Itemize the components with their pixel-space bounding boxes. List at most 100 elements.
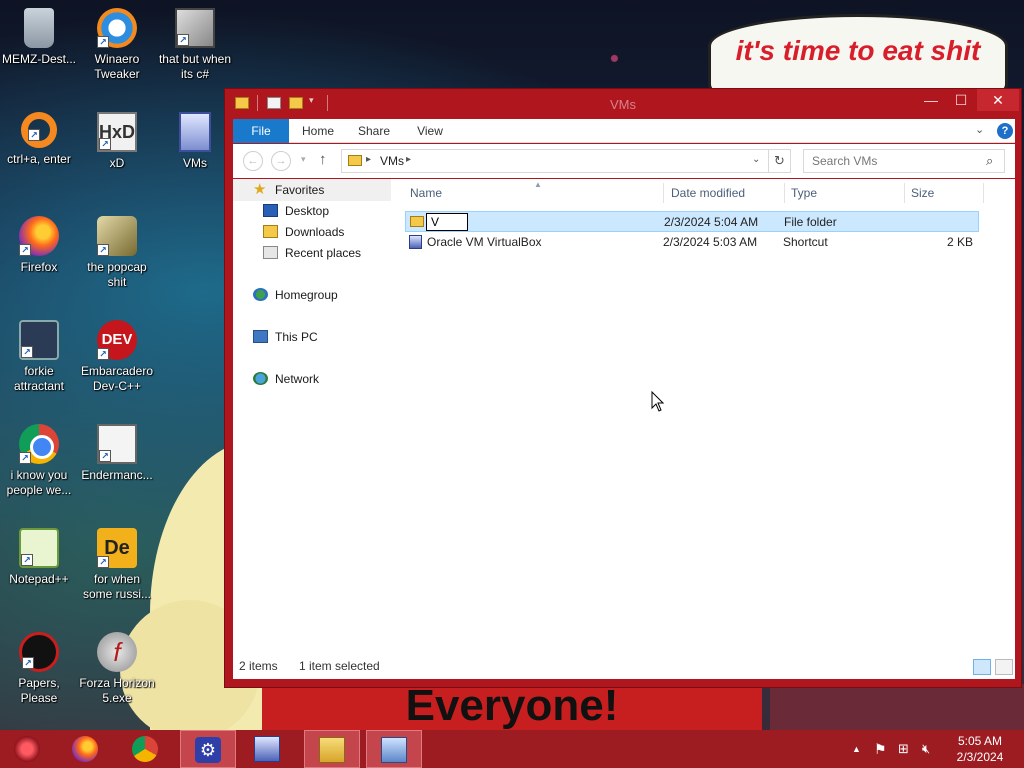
file-list: Name ▲ Date modified Type Size V 2/3/202… <box>401 179 1015 649</box>
breadcrumb-chevron-icon[interactable]: ▸ <box>366 154 371 165</box>
column-separator[interactable] <box>904 183 905 203</box>
taskbar-firefox[interactable] <box>58 730 114 768</box>
minimize-button[interactable]: — <box>917 89 945 111</box>
desktop-icon-label: VMs <box>183 156 207 170</box>
desktop-icon-enderman[interactable]: ↗ Endermanc... <box>78 424 156 483</box>
search-input[interactable]: Search VMs ⌕ <box>803 149 1005 173</box>
show-hidden-icons-chevron-icon[interactable]: ▲ <box>852 730 861 768</box>
column-header-name[interactable]: Name ▲ <box>410 179 660 207</box>
flash-icon: f <box>97 632 137 672</box>
desktop-icon-russia[interactable]: De ↗ for when some russi... <box>78 528 156 602</box>
desktop-icon-xd[interactable]: HxD ↗ xD <box>78 112 156 171</box>
large-icons-view-button[interactable] <box>995 659 1013 675</box>
column-separator[interactable] <box>983 183 984 203</box>
desktop-icon-devcpp[interactable]: DEV ↗ Embarcadero Dev-C++ <box>78 320 156 394</box>
network-tray-icon[interactable]: ⊞ <box>898 730 909 768</box>
taskbar-file-explorer[interactable] <box>304 730 360 768</box>
windows-stack-icon: ↗ <box>175 8 215 48</box>
status-selected-count: 1 item selected <box>299 659 380 673</box>
desktop-icon-winaero[interactable]: ↗ Winaero Tweaker <box>78 8 156 82</box>
window-app-icon: ↗ <box>97 424 137 464</box>
maximize-button[interactable]: ☐ <box>947 89 975 111</box>
desktop-icon-vms[interactable]: VMs <box>156 112 234 171</box>
volume-muted-icon[interactable]: 🔇︎ <box>922 730 930 768</box>
desktop-icon-chrome[interactable]: ↗ i know you people we... <box>0 424 78 498</box>
firefox-icon: ↗ <box>19 216 59 256</box>
column-header-type[interactable]: Type <box>791 179 901 207</box>
de-icon: De ↗ <box>97 528 137 568</box>
winaero-icon: ↗ <box>97 8 137 48</box>
desktop-icon-forza[interactable]: f Forza Horizon 5.exe <box>78 632 156 706</box>
taskbar-clock[interactable]: 5:05 AM 2/3/2024 <box>940 733 1020 765</box>
taskbar-virtualbox[interactable] <box>240 730 296 768</box>
downloads-folder-icon <box>263 225 278 238</box>
navpane-favorites[interactable]: ★ Favorites <box>253 180 324 200</box>
start-button[interactable] <box>0 730 56 768</box>
desktop-icon-forkie[interactable]: ↗ forkie attractant <box>0 320 78 394</box>
papers-please-icon: ↗ <box>19 632 59 672</box>
address-dropdown-chevron-icon[interactable]: ⌄ <box>752 154 760 165</box>
column-header-date-modified[interactable]: Date modified <box>671 179 781 207</box>
wallpaper-bottom-sign-text: Everyone! <box>405 684 619 730</box>
hxd-icon: HxD ↗ <box>97 112 137 152</box>
table-row[interactable]: V 2/3/2024 5:04 AM File folder <box>405 211 979 232</box>
column-separator[interactable] <box>784 183 785 203</box>
up-arrow-icon[interactable]: ↑ <box>319 151 327 168</box>
rename-input[interactable]: V <box>426 213 468 231</box>
forward-button[interactable]: → <box>271 151 291 171</box>
taskbar-chrome[interactable] <box>118 730 174 768</box>
desktop-icon-label: forkie attractant <box>13 364 65 393</box>
recycle-bin-icon <box>24 8 54 48</box>
desktop-icon-label: Notepad++ <box>9 572 69 586</box>
tab-home[interactable]: Home <box>295 119 341 143</box>
file-type: Shortcut <box>783 235 828 249</box>
clock-date: 2/3/2024 <box>956 750 1004 764</box>
window-titlebar[interactable]: ▾ VMs — ☐ ✕ <box>225 89 1021 119</box>
desktop-icon-label: Endermanc... <box>81 468 153 482</box>
network-computer-icon <box>381 737 407 763</box>
expand-ribbon-chevron-icon[interactable]: ⌄ <box>975 123 984 136</box>
gear-monitor-icon: ↗ <box>19 320 59 360</box>
network-icon <box>253 372 268 385</box>
explorer-window[interactable]: ▾ VMs — ☐ ✕ File Home Share View ⌄ ? ← →… <box>224 88 1022 688</box>
desktop-icon-memz[interactable]: MEMZ-Dest... <box>0 8 78 67</box>
recent-locations-chevron-icon[interactable]: ▾ <box>301 154 306 165</box>
taskbar: ⚙ ▲ ⚑ ⊞ 🔇︎ 5:05 AM 2/3/2024 <box>0 730 1024 768</box>
breadcrumb-vms[interactable]: VMs <box>380 154 404 168</box>
back-button[interactable]: ← <box>243 151 263 171</box>
explorer-content: ★ Favorites Desktop Downloads Recent pla… <box>233 179 1015 679</box>
status-item-count: 2 items <box>239 659 278 673</box>
refresh-button[interactable]: ↻ <box>769 149 791 173</box>
ribbon-tabs: File Home Share View ⌄ ? <box>233 119 1015 143</box>
desktop-icon-ctrl-a[interactable]: ↗ ctrl+a, enter <box>0 112 78 167</box>
desktop-icon-notepadpp[interactable]: ↗ Notepad++ <box>0 528 78 587</box>
homegroup-icon <box>253 288 268 301</box>
desktop-icon-popcap[interactable]: ↗ the popcap shit <box>78 216 156 290</box>
tab-share[interactable]: Share <box>351 119 397 143</box>
virtualbox-icon <box>254 736 280 762</box>
breadcrumb-chevron-icon[interactable]: ▸ <box>406 154 411 165</box>
close-button[interactable]: ✕ <box>977 89 1019 111</box>
details-view-button[interactable] <box>973 659 991 675</box>
column-separator[interactable] <box>663 183 664 203</box>
tab-view[interactable]: View <box>407 119 453 143</box>
wallpaper-banner-text: it's time to eat shit <box>735 35 981 66</box>
search-icon[interactable]: ⌕ <box>986 153 993 169</box>
computer-icon <box>253 330 268 343</box>
desktop-icon-csharp[interactable]: ↗ that but when its c# <box>156 8 234 82</box>
wallpaper-bottom-sign: Everyone! <box>262 684 762 730</box>
table-row[interactable]: Oracle VM VirtualBox 2/3/2024 5:03 AM Sh… <box>405 232 979 253</box>
help-icon[interactable]: ? <box>997 123 1013 139</box>
desktop-icon-label: Winaero Tweaker <box>94 52 140 81</box>
mouse-cursor-icon <box>651 391 665 412</box>
desktop-icon-papers-please[interactable]: ↗ Papers, Please <box>0 632 78 706</box>
desktop-icon-firefox[interactable]: ↗ Firefox <box>0 216 78 275</box>
column-header-size[interactable]: Size <box>911 179 981 207</box>
popcap-icon: ↗ <box>97 216 137 256</box>
taskbar-network-app[interactable] <box>366 730 422 768</box>
taskbar-settings[interactable]: ⚙ <box>180 730 236 768</box>
recent-places-icon <box>263 246 278 259</box>
address-bar[interactable]: ▸ VMs ▸ ⌄ <box>341 149 769 173</box>
action-center-flag-icon[interactable]: ⚑ <box>874 730 887 768</box>
tab-file[interactable]: File <box>233 119 289 143</box>
